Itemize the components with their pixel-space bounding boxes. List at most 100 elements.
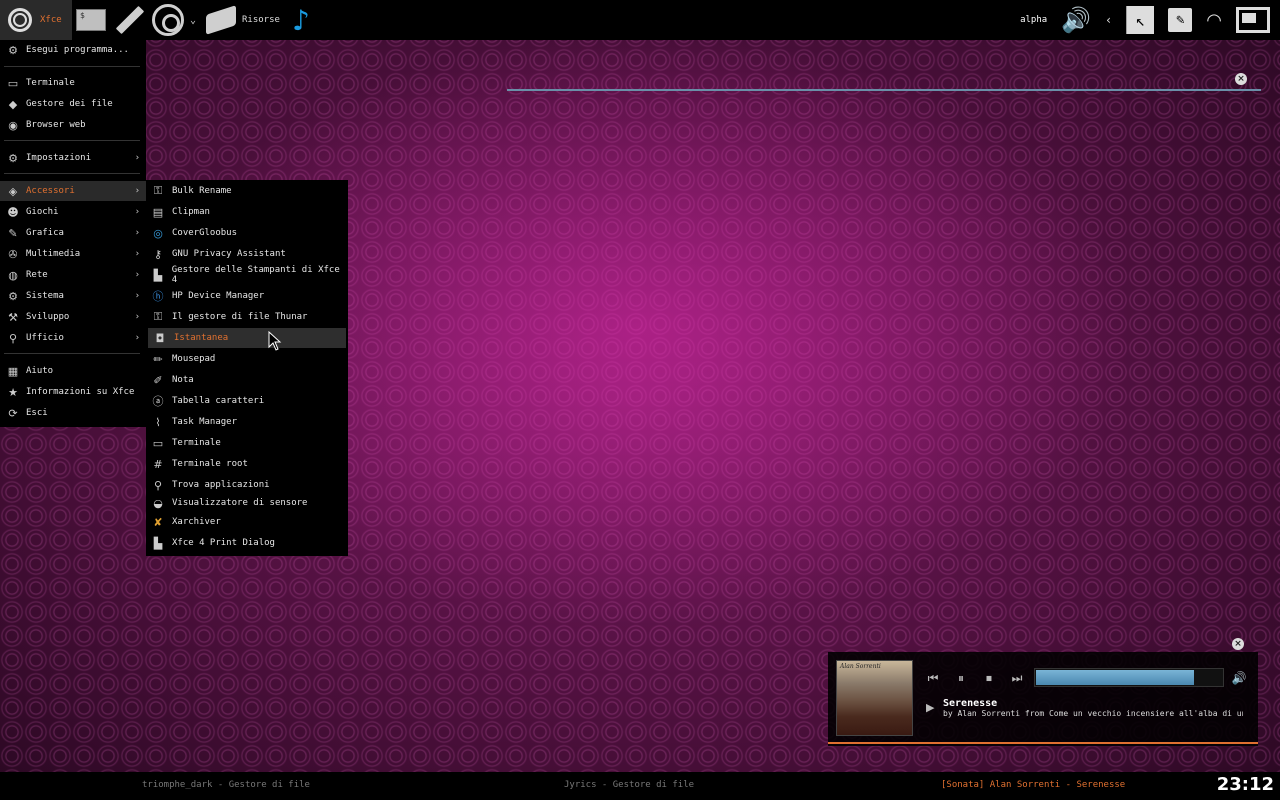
chevron-right-icon: › xyxy=(134,186,140,196)
thunar-icon: ⚿ xyxy=(153,310,163,323)
menu-item-file-manager[interactable]: ◆ Gestore dei file xyxy=(0,94,146,114)
chevron-right-icon: › xyxy=(134,291,140,301)
music-note-icon: ♪ xyxy=(292,3,310,37)
submenu-item-thunar[interactable]: ⚿ Il gestore di file Thunar xyxy=(146,307,348,327)
accessories-submenu: ⚿ Bulk Rename ▤ Clipman ◎ CoverGloobus ⚷… xyxy=(146,180,348,556)
menu-item-web-browser[interactable]: ◉ Browser web xyxy=(0,115,146,135)
launcher-dropdown[interactable]: ⌄ xyxy=(190,0,196,40)
resources-launcher[interactable]: Risorse xyxy=(206,0,280,40)
clipboard-icon: ▤ xyxy=(152,205,164,219)
player-accent-line xyxy=(828,742,1258,744)
about-icon: ★ xyxy=(8,385,18,399)
next-track-button[interactable]: ⏭ xyxy=(1006,668,1028,688)
menu-item-development[interactable]: ⚒ Sviluppo › xyxy=(0,307,146,327)
search-icon: ⚲ xyxy=(153,478,163,492)
terminal-launcher[interactable]: $ xyxy=(73,0,109,40)
chevron-right-icon: › xyxy=(134,207,140,217)
submenu-item-screenshot[interactable]: ◘ Istantanea xyxy=(148,328,346,348)
browser-launcher[interactable] xyxy=(150,0,186,40)
submenu-item-mousepad[interactable]: ✏ Mousepad xyxy=(146,349,348,369)
sensor-icon: ◒ xyxy=(153,496,163,510)
chevron-right-icon: › xyxy=(134,249,140,259)
submenu-item-task-manager[interactable]: ⌇ Task Manager xyxy=(146,412,348,432)
stop-button[interactable]: ⏹ xyxy=(978,668,1000,688)
submenu-item-print-dialog[interactable]: ▙ Xfce 4 Print Dialog xyxy=(146,533,348,553)
track-progress-bar[interactable] xyxy=(1034,668,1224,687)
workspace-switcher-icon[interactable] xyxy=(1236,7,1270,33)
network-icon: ◍ xyxy=(8,268,18,282)
submenu-item-gpa[interactable]: ⚷ GNU Privacy Assistant xyxy=(146,244,348,264)
menu-item-graphics[interactable]: ✎ Grafica › xyxy=(0,223,146,243)
volume-icon[interactable]: 🔊 xyxy=(1061,6,1091,34)
notification-close-button[interactable]: × xyxy=(1235,73,1247,85)
menu-item-run[interactable]: ⚙ Esegui programma... xyxy=(0,40,146,60)
key-icon: ⚷ xyxy=(153,247,163,261)
chrome-icon xyxy=(152,4,184,36)
menu-item-help[interactable]: ▦ Aiuto xyxy=(0,361,146,381)
taskbar-item[interactable]: triomphe_dark - Gestore di file xyxy=(142,780,310,790)
accessories-icon: ◈ xyxy=(8,184,18,198)
menu-item-terminal[interactable]: ▭ Terminale xyxy=(0,73,146,93)
menu-item-office[interactable]: ⚲ Ufficio › xyxy=(0,328,146,348)
hp-icon: ⓗ xyxy=(152,290,164,303)
pause-button[interactable]: ⏸ xyxy=(950,668,972,688)
office-icon: ⚲ xyxy=(8,331,18,345)
submenu-item-terminal[interactable]: ▭ Terminale xyxy=(146,433,348,453)
volume-button[interactable]: 🔊 xyxy=(1228,668,1250,688)
taskbar-item-active[interactable]: [Sonata] Alan Sorrenti - Serenesse xyxy=(941,780,1125,790)
submenu-item-app-finder[interactable]: ⚲ Trova applicazioni xyxy=(146,475,348,495)
menu-item-network[interactable]: ◍ Rete › xyxy=(0,265,146,285)
menu-item-games[interactable]: ☻ Giochi › xyxy=(0,202,146,222)
xfce-logo-icon xyxy=(8,8,32,32)
drive-icon xyxy=(206,5,236,35)
pen-icon[interactable]: ✎ xyxy=(1168,8,1193,32)
submenu-item-bulk-rename[interactable]: ⚿ Bulk Rename xyxy=(146,181,348,201)
terminal-icon: $ xyxy=(76,9,106,31)
print-dialog-icon: ▙ xyxy=(153,536,163,550)
menu-item-system[interactable]: ⚙ Sistema › xyxy=(0,286,146,306)
clock[interactable]: 23:12 xyxy=(1217,774,1274,795)
menu-item-multimedia[interactable]: ✇ Multimedia › xyxy=(0,244,146,264)
mouse-cursor-icon xyxy=(268,331,282,351)
menu-item-about[interactable]: ★ Informazioni su Xfce xyxy=(0,382,146,402)
music-player-launcher[interactable]: ♪ xyxy=(292,0,310,40)
play-icon[interactable]: ▶ xyxy=(926,701,934,714)
chevron-down-icon: ⌄ xyxy=(190,14,197,26)
player-close-button[interactable]: × xyxy=(1232,638,1244,650)
run-icon: ⚙ xyxy=(8,43,18,57)
note-icon: ✐ xyxy=(153,373,163,387)
development-icon: ⚒ xyxy=(8,310,18,324)
submenu-item-hp-device-manager[interactable]: ⓗ HP Device Manager xyxy=(146,286,348,306)
submenu-item-clipman[interactable]: ▤ Clipman xyxy=(146,202,348,222)
camera-icon: ◘ xyxy=(155,331,165,345)
submenu-item-printer-manager[interactable]: ▙ Gestore delle Stampanti di Xfce 4 xyxy=(146,265,348,285)
text-editor-launcher[interactable] xyxy=(112,0,148,40)
submenu-item-charmap[interactable]: ⓐ Tabella caratteri xyxy=(146,391,348,411)
wifi-icon[interactable]: ◠ xyxy=(1206,10,1222,31)
top-panel: Xfce $ ⌄ Risorse ♪ alpha 🔊 ‹ ↖ ✎ ◠ xyxy=(0,0,1280,40)
previous-track-button[interactable]: ⏮ xyxy=(922,668,944,688)
pointer-icon[interactable]: ↖ xyxy=(1126,6,1155,34)
multimedia-icon: ✇ xyxy=(8,247,18,261)
track-progress-fill xyxy=(1036,670,1194,685)
tray-expand-icon[interactable]: ‹ xyxy=(1105,13,1112,27)
resources-label: Risorse xyxy=(242,15,280,25)
menu-item-logout[interactable]: ⟳ Esci xyxy=(0,403,146,423)
graphics-icon: ✎ xyxy=(8,226,18,240)
submenu-item-sensor-viewer[interactable]: ◒ Visualizzatore di sensore xyxy=(146,493,348,513)
web-browser-icon: ◉ xyxy=(8,118,18,132)
applications-menu-button[interactable]: Xfce xyxy=(0,0,72,40)
taskbar-item[interactable]: Jyrics - Gestore di file xyxy=(564,780,694,790)
menu-item-settings[interactable]: ⚙ Impostazioni › xyxy=(0,148,146,168)
menu-item-accessories[interactable]: ◈ Accessori › xyxy=(0,181,146,201)
chevron-right-icon: › xyxy=(134,333,140,343)
song-info: by Alan Sorrenti from Come un vecchio in… xyxy=(943,709,1243,718)
notification-bar xyxy=(507,89,1261,91)
submenu-item-note[interactable]: ✐ Nota xyxy=(146,370,348,390)
music-player-widget: Alan Sorrenti ⏮ ⏸ ⏹ ⏭ 🔊 ▶ Serenesse by A… xyxy=(828,652,1258,746)
submenu-item-root-terminal[interactable]: # Terminale root xyxy=(146,454,348,474)
submenu-item-covergloobus[interactable]: ◎ CoverGloobus xyxy=(146,223,348,243)
chevron-right-icon: › xyxy=(134,270,140,280)
submenu-item-xarchiver[interactable]: ✘ Xarchiver xyxy=(146,512,348,532)
menu-separator xyxy=(4,353,140,354)
